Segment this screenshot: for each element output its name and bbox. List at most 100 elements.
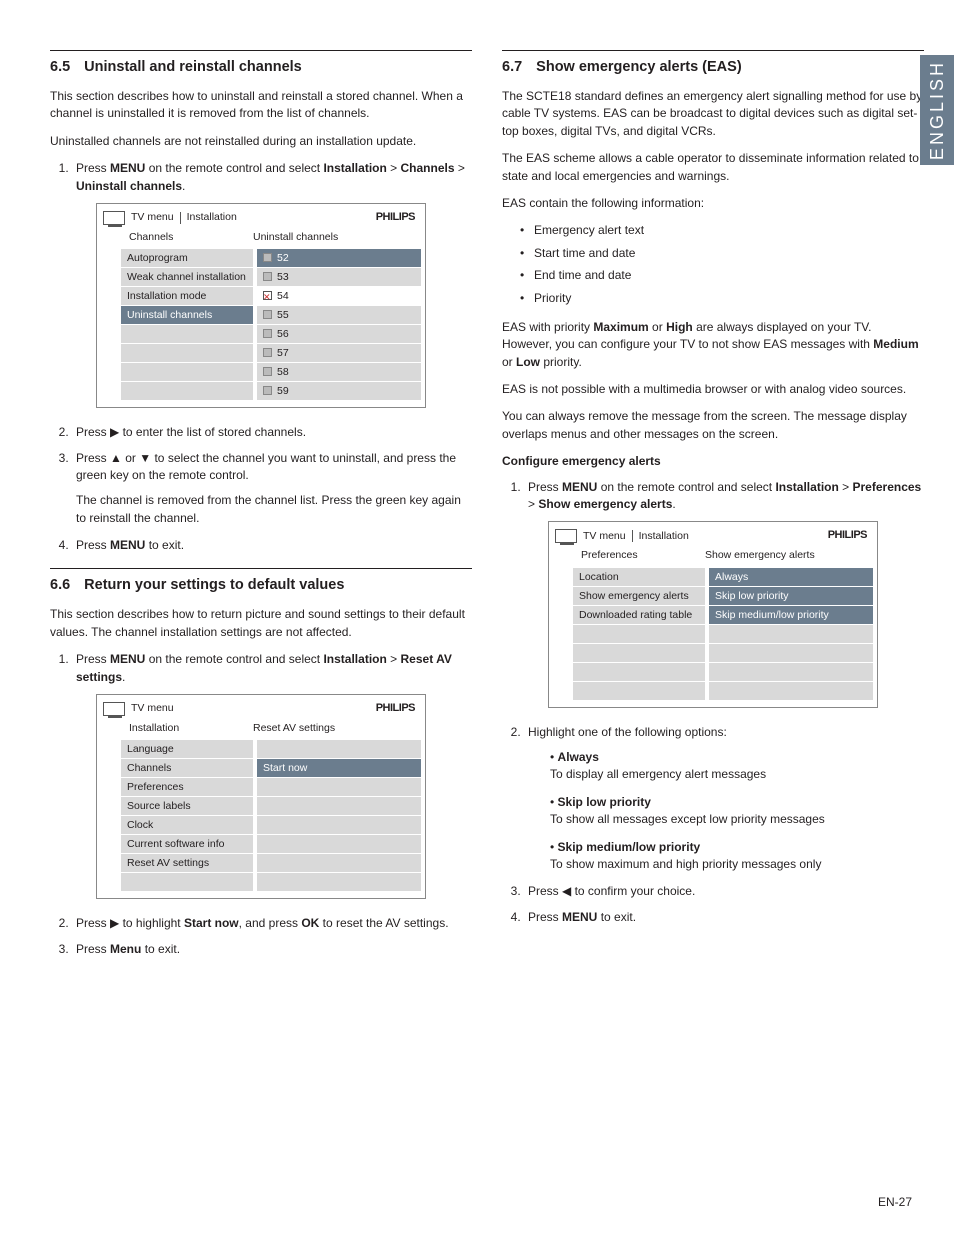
checkbox-icon (263, 253, 272, 262)
list-item: 54 (257, 287, 421, 305)
right-arrow-icon: ▶ (110, 425, 119, 439)
list-item (573, 663, 705, 681)
list-item (573, 682, 705, 700)
list-item: Skip low priority (709, 587, 873, 605)
crumb: TV menu (131, 210, 174, 225)
sub-right: Reset AV settings (253, 721, 335, 736)
option-desc: To display all emergency alert messages (550, 767, 766, 781)
priority-max: Maximum (593, 320, 648, 334)
path: Channels (401, 161, 455, 175)
brand-logo: PHILIPS (376, 701, 415, 717)
list-item: Start now (257, 759, 421, 777)
bullet: Priority (520, 290, 924, 307)
list-item (121, 382, 253, 400)
bullet: Start time and date (520, 245, 924, 262)
t: 59 (277, 385, 289, 397)
t: 54 (277, 290, 289, 302)
path: Preferences (853, 480, 922, 494)
list-item (121, 344, 253, 362)
list-item: Channels (121, 759, 253, 777)
separator-icon (180, 212, 181, 224)
list-item (121, 363, 253, 381)
up-arrow-icon: ▲ (110, 451, 122, 465)
tv-left-col: Location Show emergency alerts Downloade… (573, 568, 705, 701)
list-item: 58 (257, 363, 421, 381)
tv-right-col: 52 53 54 55 56 57 58 59 (257, 249, 421, 401)
list-item (257, 873, 421, 891)
s67-p3: EAS contain the following information: (502, 195, 924, 212)
list-item: Preferences (121, 778, 253, 796)
left-column: 6.5Uninstall and reinstall channels This… (50, 50, 472, 972)
breadcrumb: TV menu Installation (103, 210, 237, 225)
s66-p1: This section describes how to return pic… (50, 606, 472, 641)
crumb: Installation (639, 529, 689, 544)
section-title: Show emergency alerts (EAS) (536, 59, 742, 75)
tv-subhead: Channels Uninstall channels (97, 226, 425, 249)
t: Press (76, 652, 110, 666)
option-desc: To show maximum and high priority messag… (550, 857, 821, 871)
list-item: Source labels (121, 797, 253, 815)
crumb: TV menu (131, 701, 174, 716)
t: . (182, 179, 185, 193)
option-desc: To show all messages except low priority… (550, 812, 825, 826)
list-item: Clock (121, 816, 253, 834)
checkbox-icon (263, 367, 272, 376)
t: Highlight one of the following options: (528, 725, 727, 739)
sub-left: Channels (129, 230, 253, 245)
t: to enter the list of stored channels. (119, 425, 306, 439)
language-tab-text: ENGLISH (924, 60, 950, 160)
tv-menu-uninstall: TV menu Installation PHILIPS Channels Un… (96, 203, 426, 408)
option: Skip low priority To show all messages e… (550, 794, 924, 829)
menu-btn: MENU (562, 480, 597, 494)
list-item (257, 816, 421, 834)
t: priority. (540, 355, 582, 369)
option-label: Always (550, 750, 599, 764)
s67-options: Always To display all emergency alert me… (528, 749, 924, 873)
s65-step1: Press MENU on the remote control and sel… (72, 160, 472, 408)
list-item (709, 644, 873, 662)
t: to exit. (597, 910, 636, 924)
down-arrow-icon: ▼ (139, 451, 151, 465)
s67-p6: You can always remove the message from t… (502, 408, 924, 443)
t: Press (76, 538, 110, 552)
section-num: 6.6 (50, 577, 70, 593)
s67-step1: Press MENU on the remote control and sel… (524, 479, 924, 708)
list-item (709, 663, 873, 681)
start-now: Start now (184, 916, 239, 930)
option: Always To display all emergency alert me… (550, 749, 924, 784)
sub-right: Uninstall channels (253, 230, 338, 245)
t: 53 (277, 271, 289, 283)
list-item (257, 797, 421, 815)
t: 55 (277, 309, 289, 321)
list-item: Weak channel installation (121, 268, 253, 286)
section-num: 6.7 (502, 59, 522, 75)
list-item (573, 625, 705, 643)
t: to exit. (145, 538, 184, 552)
tv-header: TV menu PHILIPS (97, 695, 425, 717)
t: . (672, 497, 675, 511)
t: Press (528, 480, 562, 494)
section-title: Return your settings to default values (84, 577, 344, 593)
sub-left: Preferences (581, 548, 705, 563)
s66-step1: Press MENU on the remote control and sel… (72, 651, 472, 899)
s67-bullets: Emergency alert text Start time and date… (502, 222, 924, 307)
s67-p2: The EAS scheme allows a cable operator t… (502, 150, 924, 185)
option-label: Skip medium/low priority (550, 840, 700, 854)
t: EAS with priority (502, 320, 593, 334)
s65-p2: Uninstalled channels are not reinstalled… (50, 133, 472, 150)
list-item: Installation mode (121, 287, 253, 305)
checkbox-icon (263, 272, 272, 281)
list-item: Downloaded rating table (573, 606, 705, 624)
t: on the remote control and select (597, 480, 775, 494)
t: Press (76, 942, 110, 956)
s65-step4: Press MENU to exit. (72, 537, 472, 554)
tv-right-col: Start now (257, 740, 421, 892)
s66-step3: Press Menu to exit. (72, 941, 472, 958)
left-arrow-icon: ◀ (562, 884, 571, 898)
t: 57 (277, 347, 289, 359)
t: , and press (239, 916, 302, 930)
option: Skip medium/low priority To show maximum… (550, 839, 924, 874)
tv-icon (103, 211, 125, 225)
list-item (257, 778, 421, 796)
list-item: 59 (257, 382, 421, 400)
